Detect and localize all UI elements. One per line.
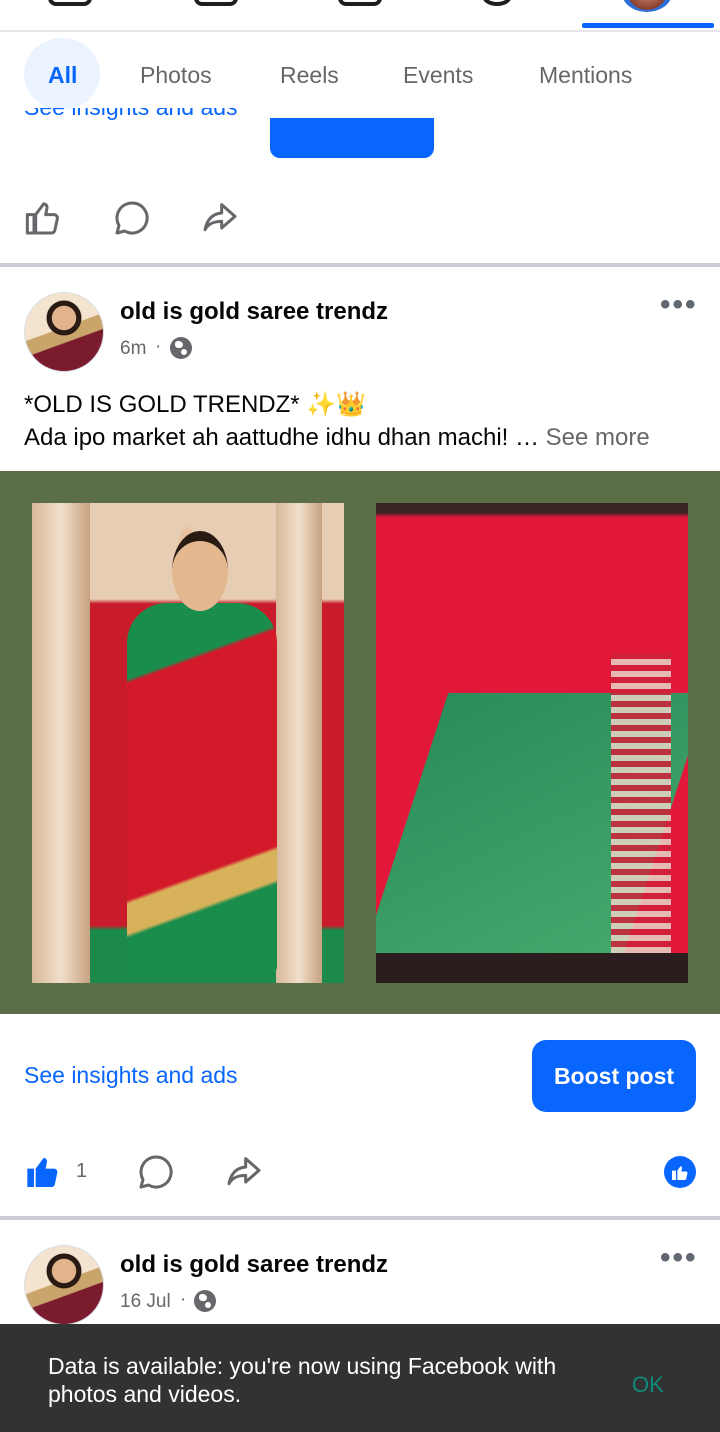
share-icon[interactable] (224, 1152, 264, 1197)
meta-separator: · (155, 336, 162, 357)
saree-zari-border (611, 653, 671, 953)
snackbar-ok-button[interactable]: OK (632, 1372, 664, 1398)
see-insights-link[interactable]: See insights and ads (24, 1062, 238, 1089)
home-icon[interactable] (48, 0, 92, 6)
post-text-body: Ada ipo market ah aattudhe idhu dhan mac… (24, 424, 539, 451)
active-tab-indicator (582, 23, 714, 28)
pillar-right (276, 503, 322, 983)
tab-photos[interactable]: Photos (140, 32, 212, 118)
page-name[interactable]: old is gold saree trendz (120, 298, 388, 326)
saree-drape (127, 603, 277, 973)
pillar-left (32, 503, 90, 983)
boost-post-button[interactable]: Boost post (532, 1040, 696, 1112)
comment-icon[interactable] (112, 198, 152, 243)
tab-mentions[interactable]: Mentions (539, 32, 632, 118)
post-text-line1: *OLD IS GOLD TRENDZ* ✨👑 (24, 391, 367, 418)
marketplace-icon[interactable] (338, 0, 382, 6)
tab-reels[interactable]: Reels (280, 32, 339, 118)
post-text-line2: Ada ipo market ah aattudhe idhu dhan mac… (24, 421, 650, 454)
comment-icon[interactable] (136, 1152, 176, 1197)
top-navigation (0, 0, 720, 32)
previous-boost-button[interactable] (270, 118, 434, 158)
tab-all[interactable]: All (48, 32, 77, 118)
more-icon[interactable]: ••• (660, 1241, 698, 1275)
post-time[interactable]: 16 Jul (120, 1291, 171, 1313)
saree-photo-model[interactable] (32, 503, 344, 983)
saree-photo-closeup[interactable] (376, 503, 688, 983)
data-snackbar: Data is available: you're now using Face… (0, 1324, 720, 1432)
page-name[interactable]: old is gold saree trendz (120, 1251, 388, 1279)
globe-icon (194, 1290, 216, 1312)
reaction-like-icon[interactable] (664, 1156, 696, 1188)
like-filled-icon[interactable] (24, 1152, 64, 1197)
meta-separator: · (180, 1289, 187, 1310)
more-icon[interactable]: ••• (660, 288, 698, 322)
globe-icon (170, 337, 192, 359)
post-divider (0, 263, 720, 267)
page-avatar[interactable] (24, 1245, 104, 1325)
share-icon[interactable] (200, 198, 240, 243)
page-avatar[interactable] (24, 292, 104, 372)
post-time[interactable]: 6m (120, 338, 146, 360)
tab-events[interactable]: Events (403, 32, 473, 118)
post-divider (0, 1216, 720, 1220)
video-icon[interactable] (194, 0, 238, 6)
previous-insights-link[interactable]: See insights and ads (24, 108, 238, 130)
post-media (0, 471, 720, 1014)
see-more-link[interactable]: See more (546, 424, 650, 451)
photo-bottom-shadow (376, 953, 688, 983)
snackbar-message: Data is available: you're now using Face… (48, 1353, 557, 1407)
notifications-icon[interactable] (482, 0, 512, 6)
like-count: 1 (76, 1160, 88, 1182)
model-head (172, 531, 228, 611)
like-icon[interactable] (24, 198, 64, 243)
profile-avatar[interactable] (622, 0, 672, 12)
